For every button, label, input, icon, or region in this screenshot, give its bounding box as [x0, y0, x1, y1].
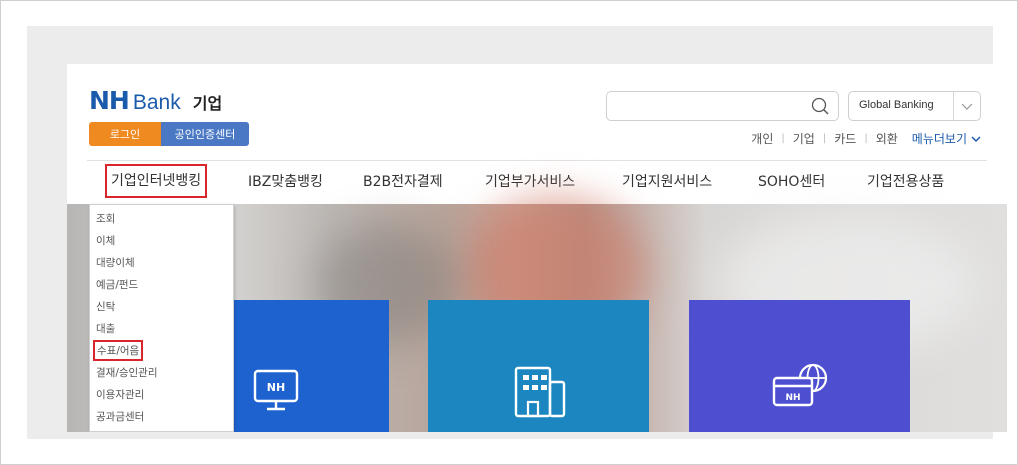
- select-divider: [953, 92, 954, 120]
- search-icon[interactable]: [811, 97, 829, 115]
- dropdown-item-deposit-fund[interactable]: 예금/펀드: [96, 277, 138, 292]
- util-separator: |: [781, 133, 785, 144]
- gnb-item-corporate-products[interactable]: 기업전용상품: [867, 166, 944, 198]
- util-link-card[interactable]: 카드: [834, 130, 856, 147]
- global-banking-select[interactable]: Global Banking: [848, 91, 981, 121]
- util-separator: |: [822, 133, 827, 144]
- dropdown-item-approval-management[interactable]: 결재/승인관리: [96, 365, 158, 380]
- dropdown-item-loan[interactable]: 대출: [96, 321, 115, 336]
- search-input[interactable]: [615, 96, 799, 118]
- dropdown-item-transfer[interactable]: 이체: [96, 233, 115, 248]
- nh-bank-logo[interactable]: NH Bank 기업: [89, 86, 222, 115]
- chevron-down-icon: [971, 135, 981, 142]
- gnb-item-b2b-payment[interactable]: B2B전자결제: [363, 166, 443, 198]
- menu-more-link[interactable]: 메뉴더보기: [912, 130, 981, 147]
- util-link-personal[interactable]: 개인: [751, 130, 773, 147]
- internet-banking-dropdown-menu: 조회 이체 대량이체 예금/펀드 신탁 대출 수표/어음 결재/승인관리 이용자…: [89, 204, 234, 432]
- logo-bank: Bank: [132, 91, 181, 114]
- util-link-business[interactable]: 기업: [793, 130, 815, 147]
- chevron-down-icon: [961, 103, 973, 110]
- util-link-forex[interactable]: 외환: [876, 130, 898, 147]
- nh-monitor-icon-text: NH: [267, 381, 285, 394]
- gnb-top-divider: [87, 160, 987, 161]
- menu-more-label: 메뉴더보기: [911, 132, 967, 146]
- util-separator: |: [864, 133, 868, 144]
- dropdown-item-utility-center[interactable]: 공과금센터: [96, 409, 144, 424]
- gnb-item-soho-center[interactable]: SOHO센터: [758, 166, 825, 198]
- dropdown-item-check-bill[interactable]: 수표/어음: [92, 340, 144, 361]
- logo-segment: 기업: [192, 94, 223, 113]
- nh-card-icon-text: NH: [785, 393, 800, 403]
- util-links: 개인 | 기업 | 카드 | 외환 메뉴더보기: [751, 130, 981, 147]
- screenshot-frame: NH Bank 기업 로그인 공인인증센터 Global Banking 개인 …: [27, 26, 1007, 439]
- service-card-card-forex[interactable]: NH: [689, 300, 910, 432]
- nh-card-globe-icon: NH: [772, 363, 828, 407]
- gnb-item-corporate-internet-banking[interactable]: 기업인터넷뱅킹: [104, 164, 208, 198]
- dropdown-item-bulk-transfer[interactable]: 대량이체: [96, 255, 135, 270]
- cert-center-button[interactable]: 공인인증센터: [161, 122, 249, 146]
- main-navigation: 기업인터넷뱅킹 IBZ맞춤뱅킹 B2B전자결제 기업부가서비스 기업지원서비스 …: [87, 164, 987, 198]
- dropdown-item-trust[interactable]: 신탁: [96, 299, 115, 314]
- gnb-item-ibz-banking[interactable]: IBZ맞춤뱅킹: [248, 166, 323, 198]
- login-button[interactable]: 로그인: [89, 122, 161, 146]
- nh-bank-page: NH Bank 기업 로그인 공인인증센터 Global Banking 개인 …: [67, 64, 1007, 432]
- dropdown-item-inquiry[interactable]: 조회: [96, 211, 115, 226]
- gnb-item-business-support[interactable]: 기업지원서비스: [622, 166, 712, 198]
- dropdown-item-user-management[interactable]: 이용자관리: [96, 387, 144, 402]
- building-icon: [514, 366, 566, 418]
- nh-monitor-icon: NH: [253, 369, 299, 411]
- service-card-business[interactable]: [428, 300, 649, 432]
- global-banking-label: Global Banking: [859, 99, 934, 111]
- logo-nh: NH: [89, 86, 130, 115]
- search-box: [606, 91, 839, 121]
